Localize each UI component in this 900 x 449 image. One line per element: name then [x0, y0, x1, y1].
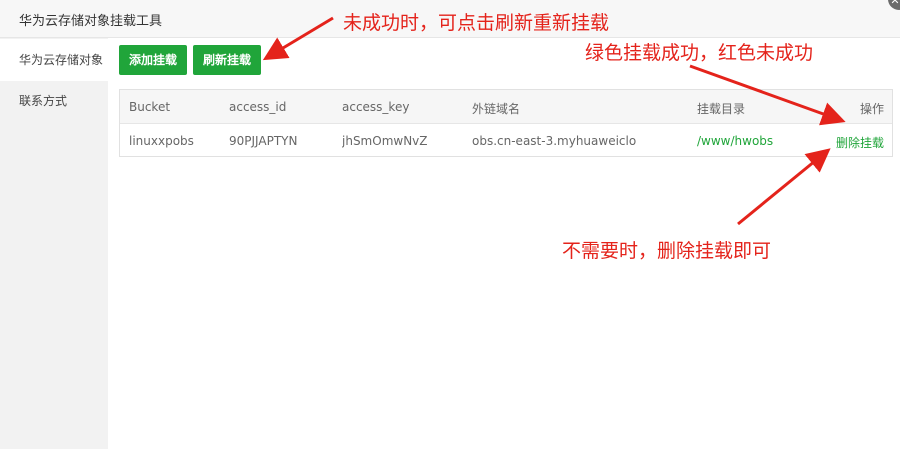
arrow-to-refresh-button	[262, 16, 334, 61]
annotation-arrows	[262, 16, 846, 226]
arrow-to-delete-link	[737, 148, 831, 226]
arrow-to-mount-status	[689, 64, 846, 126]
